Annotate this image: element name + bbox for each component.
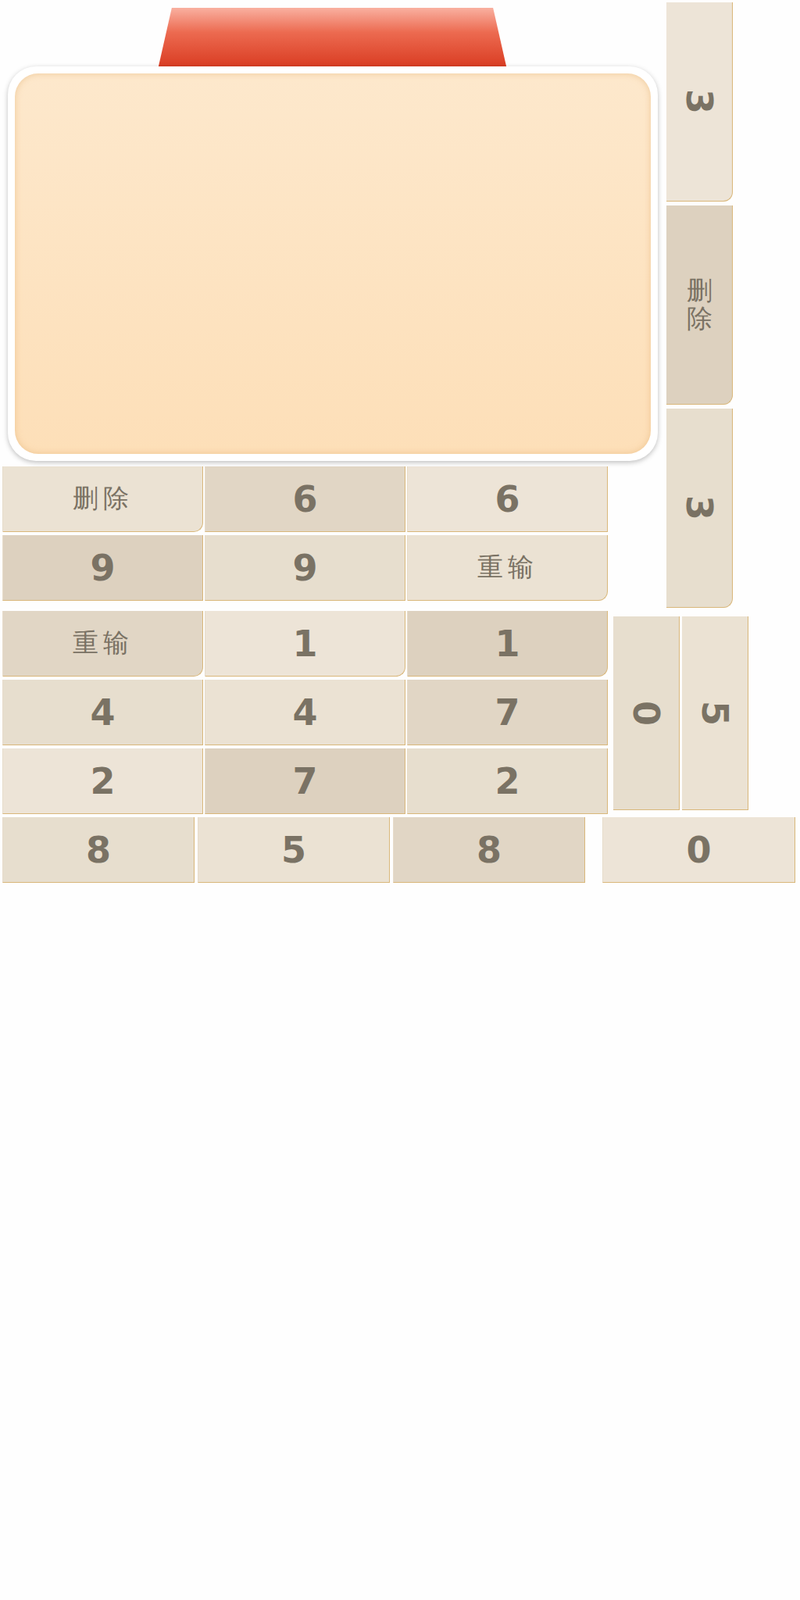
key[interactable]: 6: [204, 466, 406, 533]
side-key[interactable]: 删除: [666, 205, 733, 405]
key[interactable]: 4: [2, 679, 204, 746]
title-tab: [157, 7, 508, 70]
key[interactable]: 1: [204, 610, 406, 677]
key[interactable]: 8: [392, 817, 586, 883]
side-keys: 3删除3: [666, 2, 733, 608]
side-key[interactable]: 3: [666, 2, 733, 202]
key[interactable]: 6: [407, 466, 608, 533]
key-row: 8580: [2, 817, 800, 883]
display-panel: [7, 66, 658, 461]
key-row: 447: [2, 679, 613, 746]
key-row: 重输11: [2, 610, 613, 677]
key[interactable]: 7: [204, 748, 406, 815]
key[interactable]: 4: [204, 679, 406, 746]
key-row: 272: [2, 748, 613, 815]
side-key[interactable]: 5: [682, 616, 749, 811]
display-screen: [14, 73, 651, 454]
key-row: 删除66: [2, 466, 661, 533]
side-key[interactable]: 3: [666, 408, 733, 608]
key[interactable]: 7: [407, 679, 608, 746]
key[interactable]: 5: [197, 817, 390, 883]
key-row: 99重输: [2, 535, 661, 601]
key[interactable]: 1: [407, 610, 608, 677]
key[interactable]: 9: [2, 535, 204, 601]
key[interactable]: 重输: [2, 610, 204, 677]
side-keys-2: 05: [613, 616, 749, 811]
key[interactable]: 2: [407, 748, 608, 815]
side-key[interactable]: 0: [613, 616, 680, 811]
key[interactable]: 0: [602, 817, 796, 883]
key[interactable]: 删除: [2, 466, 204, 533]
key[interactable]: 2: [2, 748, 204, 815]
key[interactable]: 9: [204, 535, 406, 601]
keypad-sheet: 删除6699重输3删除3重输11447272058580: [0, 0, 800, 1600]
key[interactable]: 8: [2, 817, 195, 883]
key[interactable]: 重输: [407, 535, 608, 601]
